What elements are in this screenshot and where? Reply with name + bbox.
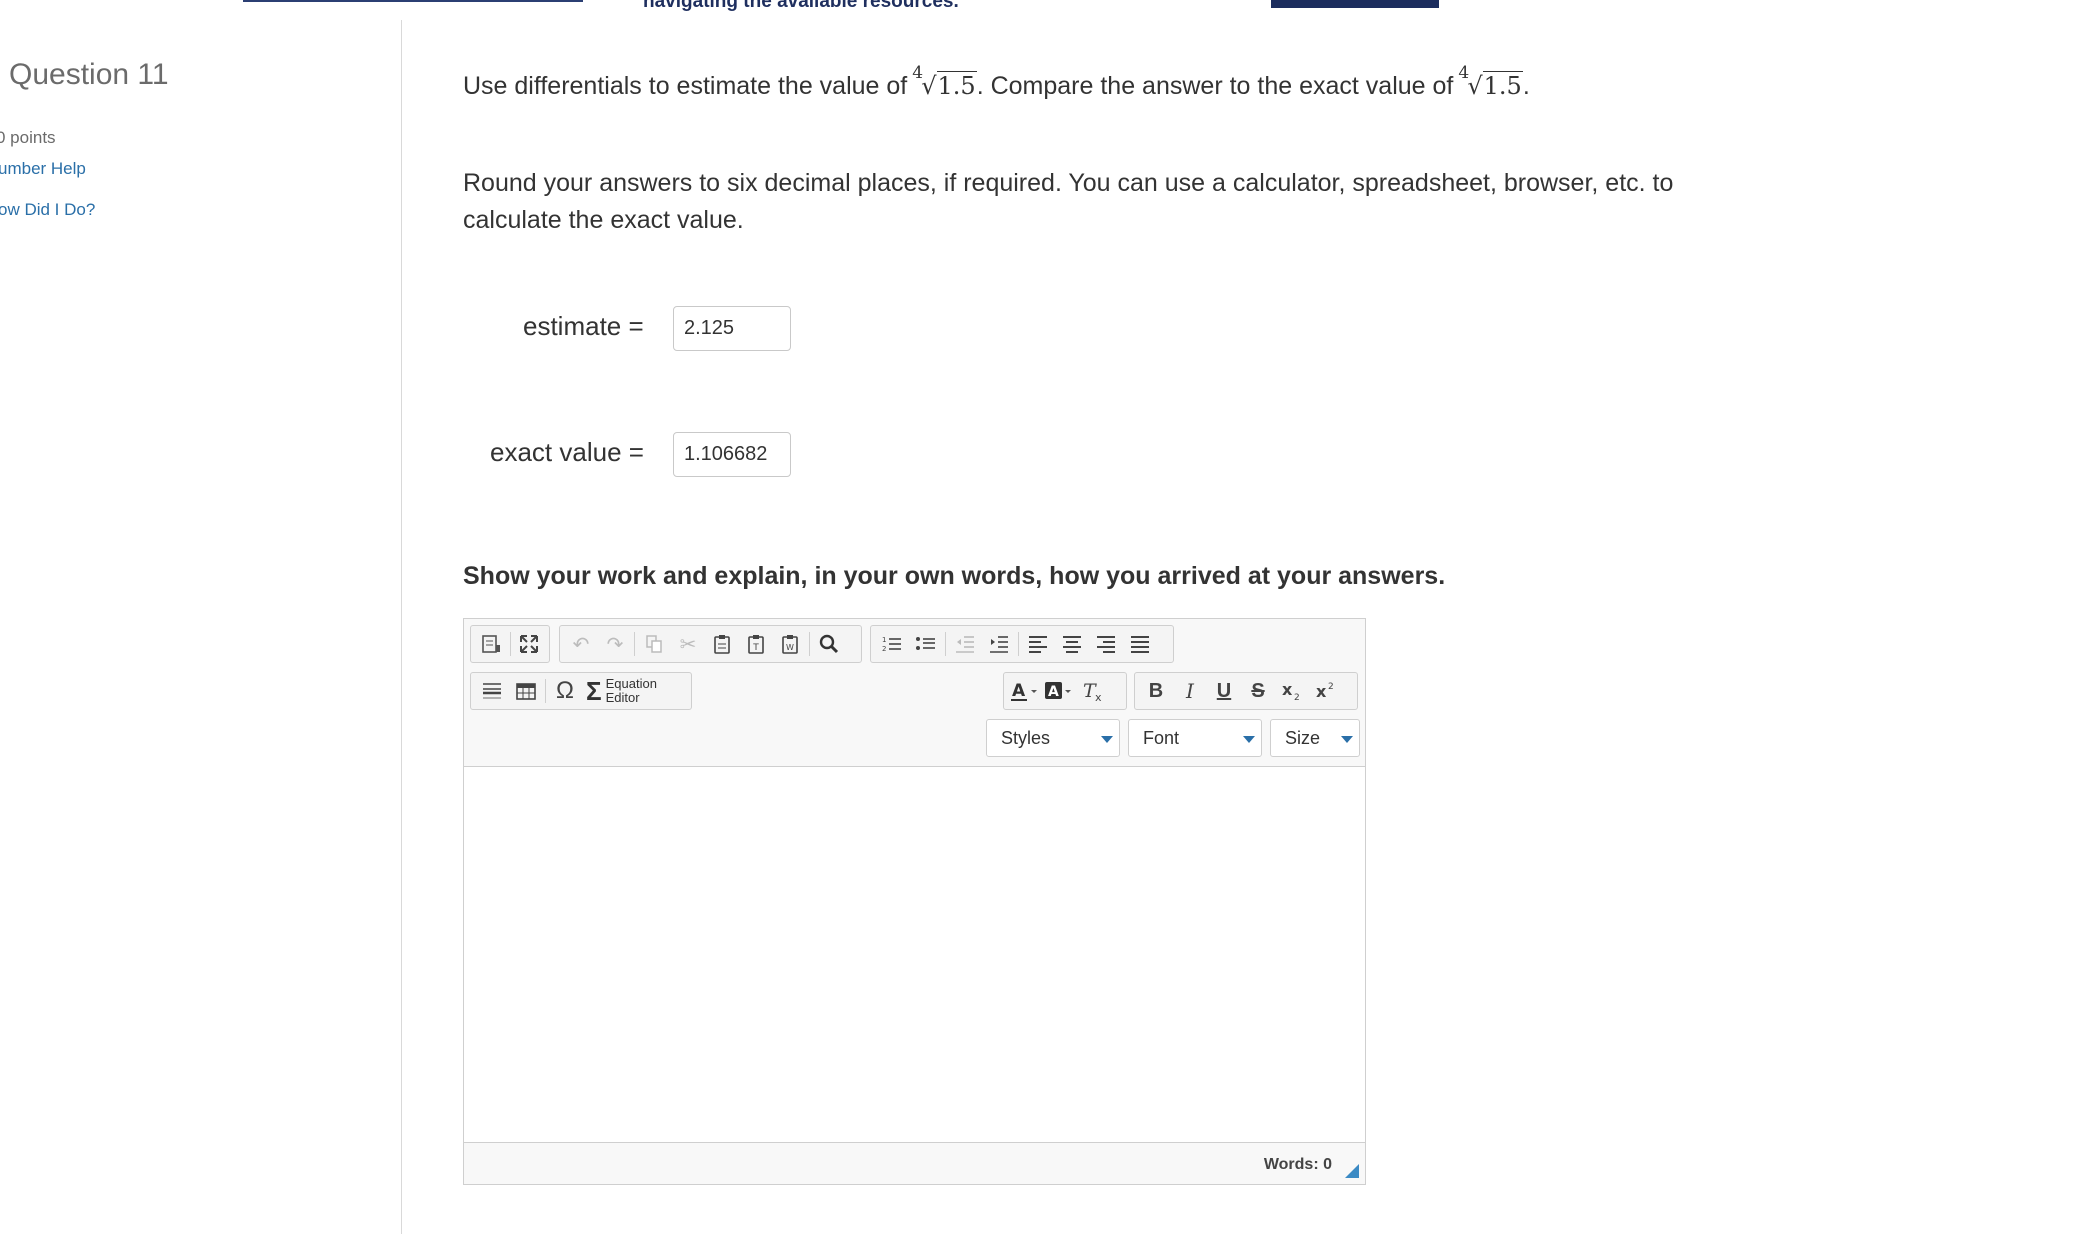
styles-dropdown[interactable]: Styles — [986, 719, 1120, 757]
background-color-icon[interactable]: A — [1042, 675, 1076, 707]
justify-icon[interactable] — [1123, 628, 1157, 660]
editor-text-area[interactable] — [464, 766, 1365, 1143]
estimate-label: estimate = — [523, 311, 644, 341]
paste-text-icon[interactable]: T — [739, 628, 773, 660]
toolbar-group-paragraph: 12 — [870, 625, 1174, 663]
svg-text:2: 2 — [1294, 693, 1300, 702]
word-count: Words: 0 — [1263, 1156, 1332, 1173]
chevron-down-icon — [1341, 736, 1353, 743]
strikethrough-icon[interactable]: S — [1241, 675, 1275, 707]
question-prompt: Use differentials to estimate the value … — [463, 63, 1530, 105]
banner-text: navigating the available resources. — [643, 0, 959, 12]
toolbar-group-basicstyles: B I U S x2 x2 — [1134, 672, 1358, 710]
work-heading: Show your work and explain, in your own … — [463, 562, 1446, 590]
how-did-i-do-link[interactable]: ow Did I Do? — [0, 200, 95, 220]
question-points: 0 points — [0, 128, 56, 147]
outdent-icon[interactable] — [948, 628, 982, 660]
toolbar-group-document — [470, 625, 550, 663]
equation-editor-button[interactable]: Σ Equation Editor — [582, 676, 661, 707]
bold-icon[interactable]: B — [1139, 675, 1173, 707]
copy-icon[interactable] — [637, 628, 671, 660]
cut-icon[interactable]: ✂ — [671, 628, 705, 660]
find-icon[interactable] — [812, 628, 846, 660]
numbered-list-icon[interactable]: 12 — [875, 628, 909, 660]
number-help-link[interactable]: umber Help — [0, 159, 86, 179]
font-dropdown[interactable]: Font — [1128, 719, 1262, 757]
source-icon[interactable] — [475, 628, 508, 660]
question-title: Question 11 — [9, 58, 169, 91]
fourth-root-expression: 4 √1.5 — [912, 63, 977, 100]
svg-text:x: x — [1282, 680, 1293, 699]
chevron-down-icon — [1243, 736, 1255, 743]
resize-handle-icon[interactable] — [1345, 1164, 1359, 1178]
align-right-icon[interactable] — [1089, 628, 1123, 660]
align-center-icon[interactable] — [1055, 628, 1089, 660]
superscript-icon[interactable]: x2 — [1309, 675, 1343, 707]
banner-bar — [1271, 0, 1439, 8]
banner-underline — [243, 0, 583, 2]
estimate-input[interactable] — [673, 306, 791, 351]
paste-word-icon[interactable]: W — [773, 628, 807, 660]
svg-text:A: A — [1048, 684, 1059, 700]
underline-icon[interactable]: U — [1207, 675, 1241, 707]
svg-text:T: T — [752, 643, 759, 653]
svg-text:A: A — [1012, 681, 1026, 701]
svg-text:1: 1 — [882, 636, 886, 644]
bulleted-list-icon[interactable] — [909, 628, 943, 660]
paste-icon[interactable] — [705, 628, 739, 660]
svg-text:W: W — [786, 643, 794, 652]
exact-value-input[interactable] — [673, 432, 791, 477]
italic-icon[interactable]: I — [1173, 675, 1207, 707]
indent-icon[interactable] — [982, 628, 1016, 660]
chevron-down-icon — [1101, 736, 1113, 743]
sigma-icon: Σ — [586, 675, 602, 706]
maximize-icon[interactable] — [512, 628, 545, 660]
svg-text:x: x — [1316, 682, 1327, 701]
align-left-icon[interactable] — [1021, 628, 1055, 660]
text-color-icon[interactable]: A — [1008, 675, 1042, 707]
size-dropdown[interactable]: Size — [1270, 719, 1360, 757]
toolbar-group-clipboard: ↶ ↷ ✂ T W — [559, 625, 862, 663]
omega-icon[interactable]: Ω — [548, 675, 582, 707]
svg-text:2: 2 — [1328, 682, 1334, 692]
fourth-root-expression: 4 √1.5 — [1458, 63, 1523, 100]
remove-format-icon[interactable]: Tx — [1076, 675, 1110, 707]
horizontal-rule-icon[interactable] — [475, 675, 509, 707]
undo-icon[interactable]: ↶ — [564, 628, 598, 660]
exact-value-label: exact value = — [490, 437, 644, 467]
table-icon[interactable] — [509, 675, 543, 707]
svg-text:2: 2 — [882, 645, 886, 653]
rich-text-editor: ↶ ↷ ✂ T W 12 Ω Σ Equation Editor A A T x… — [463, 618, 1366, 1185]
subscript-icon[interactable]: x2 — [1275, 675, 1309, 707]
redo-icon[interactable]: ↷ — [598, 628, 632, 660]
svg-text:x: x — [1095, 691, 1102, 702]
toolbar-group-colors: A A Tx — [1003, 672, 1127, 710]
toolbar-group-insert: Ω Σ Equation Editor — [470, 672, 692, 710]
question-instructions: Round your answers to six decimal places… — [463, 169, 1674, 234]
